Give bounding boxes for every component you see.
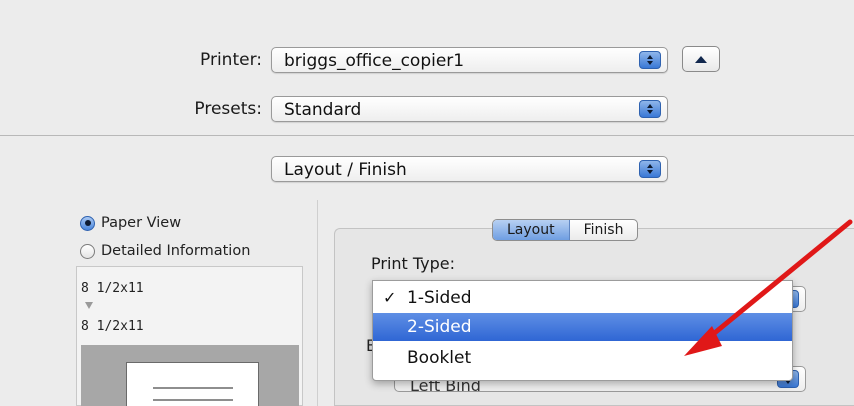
annotation-arrow-icon — [684, 219, 853, 356]
